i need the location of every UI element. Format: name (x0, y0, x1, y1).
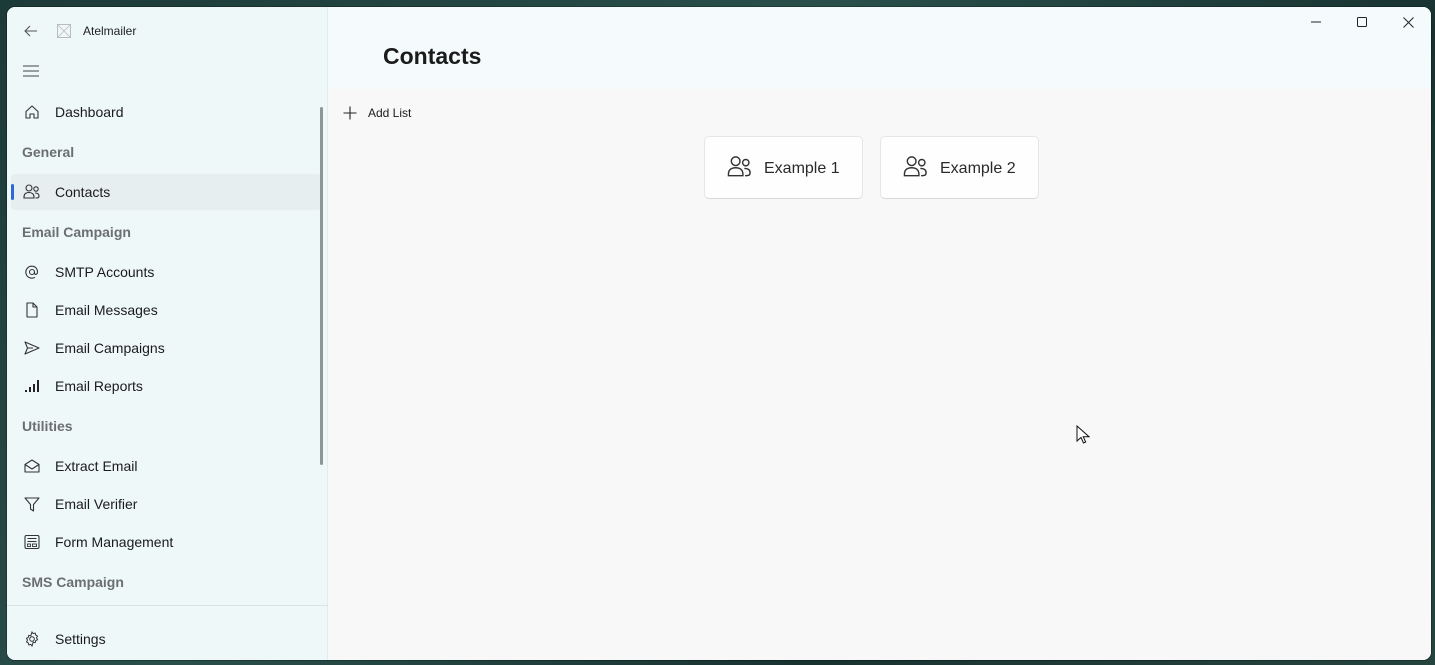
window-controls (1293, 7, 1431, 37)
sidebar-item-email-verifier[interactable]: Email Verifier (11, 486, 321, 522)
send-icon (23, 339, 41, 357)
main-content: Contacts Add List Example 1 Example 2 (328, 7, 1431, 660)
open-envelope-icon (23, 457, 41, 475)
close-icon (1402, 16, 1414, 28)
at-sign-icon (23, 263, 41, 281)
page-title: Contacts (383, 43, 482, 69)
sidebar-item-contacts[interactable]: Contacts (11, 174, 321, 210)
close-button[interactable] (1385, 7, 1431, 37)
back-arrow-icon (24, 25, 37, 37)
sidebar-item-email-reports[interactable]: Email Reports (11, 368, 321, 404)
sidebar-item-label: Email Campaigns (55, 340, 165, 356)
app-title: Atelmailer (83, 24, 137, 38)
sidebar-item-email-messages[interactable]: Email Messages (11, 292, 321, 328)
minimize-button[interactable] (1293, 7, 1339, 37)
sidebar-item-label: Email Messages (55, 302, 158, 318)
people-icon (23, 183, 41, 201)
gear-icon (23, 630, 41, 648)
nav-section-header: General (22, 144, 75, 160)
sidebar-item-settings[interactable]: Settings (11, 621, 325, 657)
page-header: Contacts (328, 7, 1431, 89)
divider (7, 605, 328, 606)
maximize-icon (1357, 17, 1367, 27)
contact-list-card[interactable]: Example 2 (880, 136, 1039, 199)
sidebar-item-label: Contacts (55, 184, 111, 200)
contact-list-label: Example 2 (940, 160, 1016, 177)
contact-lists: Example 1 Example 2 (704, 136, 1039, 199)
nav-section-header: SMS Campaign (22, 574, 124, 590)
sidebar-item-smtp-accounts[interactable]: SMTP Accounts (11, 254, 321, 290)
minimize-icon (1311, 21, 1321, 23)
contact-list-card[interactable]: Example 1 (704, 136, 863, 199)
contact-list-label: Example 1 (764, 160, 840, 177)
app-logo-icon (57, 24, 71, 38)
app-window: Atelmailer Dashboard General Contacts Email… (7, 7, 1431, 660)
sidebar-item-label: Extract Email (55, 458, 138, 474)
back-button[interactable] (19, 17, 43, 45)
sidebar-scrollbar[interactable] (320, 107, 323, 465)
signal-bars-icon (23, 377, 41, 395)
title-bar: Atelmailer (7, 17, 328, 47)
nav-section-header: Utilities (22, 418, 73, 434)
filter-icon (23, 495, 41, 513)
plus-icon (343, 106, 357, 120)
sidebar-item-email-campaigns[interactable]: Email Campaigns (11, 330, 321, 366)
maximize-button[interactable] (1339, 7, 1385, 37)
menu-toggle-button[interactable] (19, 59, 43, 83)
people-icon (727, 155, 753, 181)
document-icon (23, 301, 41, 319)
sidebar-item-label: Settings (55, 631, 106, 647)
form-icon (23, 533, 41, 551)
sidebar-item-label: SMTP Accounts (55, 264, 155, 280)
people-icon (903, 155, 929, 181)
sidebar-item-label: Form Management (55, 534, 174, 550)
sidebar-item-label: Email Verifier (55, 496, 138, 512)
sidebar-item-extract-email[interactable]: Extract Email (11, 448, 321, 484)
sidebar-item-label: Dashboard (55, 104, 124, 120)
mouse-cursor-icon (1076, 425, 1090, 444)
add-list-button[interactable]: Add List (342, 102, 411, 124)
sidebar-item-form-management[interactable]: Form Management (11, 524, 321, 560)
home-icon (23, 103, 41, 121)
sidebar-item-label: Email Reports (55, 378, 143, 394)
hamburger-icon (23, 65, 39, 77)
sidebar-nav: Dashboard General Contacts Email Campaign SM… (7, 92, 321, 602)
sidebar: Atelmailer Dashboard General Contacts Email… (7, 7, 328, 660)
nav-section-header: Email Campaign (22, 224, 131, 240)
sidebar-item-dashboard[interactable]: Dashboard (11, 94, 321, 130)
add-list-label: Add List (368, 106, 412, 120)
